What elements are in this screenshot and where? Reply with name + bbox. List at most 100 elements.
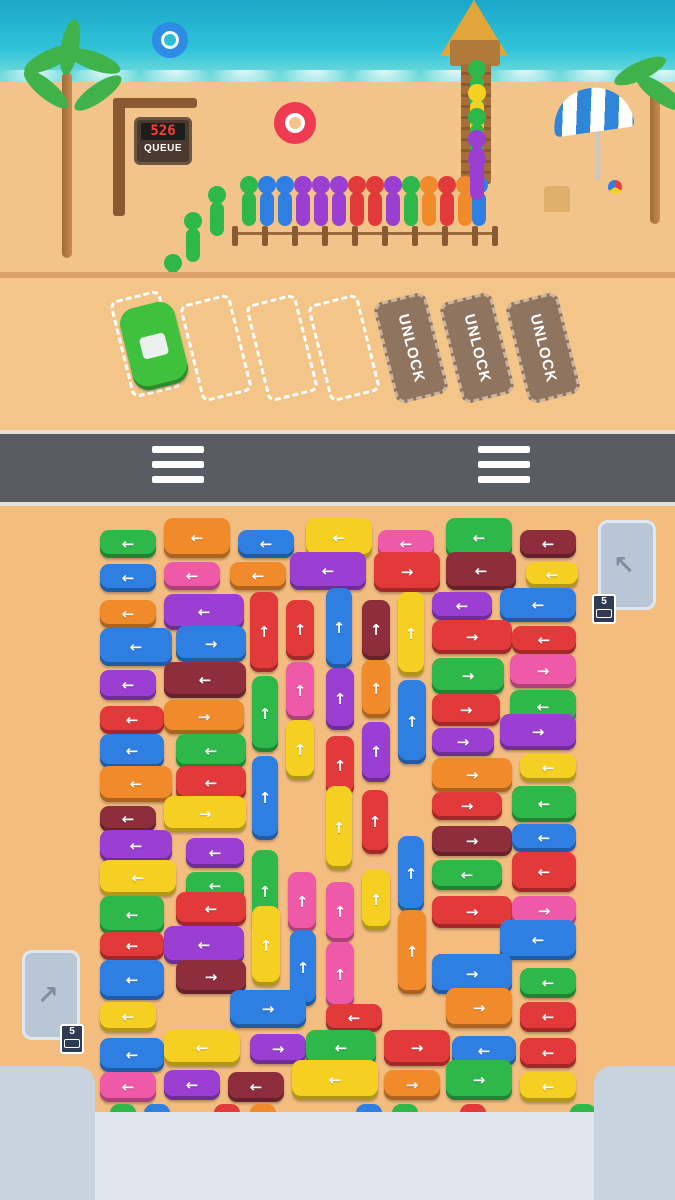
vehicle-blue[interactable]: ↑	[252, 756, 278, 840]
vehicle-pink[interactable]: ↑	[286, 662, 314, 720]
vehicle-blue[interactable]: ←	[100, 734, 164, 768]
arrow-left-icon: ←	[121, 1077, 135, 1096]
vehicle-purple[interactable]: ←	[164, 594, 244, 630]
vehicle-orange[interactable]: →	[384, 1070, 440, 1100]
arrow-left-icon: ←	[541, 973, 555, 992]
vehicle-red[interactable]: ←	[176, 892, 246, 926]
vehicle-green[interactable]: ←	[100, 530, 156, 558]
vehicle-blue[interactable]: →	[230, 990, 306, 1028]
vehicle-maroon[interactable]: →	[176, 960, 246, 994]
vehicle-red[interactable]: →	[384, 1030, 450, 1066]
vehicle-red[interactable]: →	[432, 896, 512, 928]
vehicle-yellow[interactable]: ←	[520, 754, 576, 782]
vehicle-green[interactable]: ←	[512, 786, 576, 822]
vehicle-purple[interactable]: ←	[432, 592, 492, 620]
arrow-left-icon: ←	[129, 774, 143, 793]
arrow-up-icon: ↑	[405, 712, 419, 731]
vehicle-maroon[interactable]: ←	[446, 552, 516, 590]
vehicle-purple[interactable]: ←	[290, 552, 366, 590]
vehicle-blue[interactable]: ↑	[326, 588, 352, 668]
arrow-left-icon: ←	[472, 528, 486, 547]
vehicle-orange[interactable]: ↑	[362, 660, 390, 718]
vehicle-blue[interactable]: →	[176, 626, 246, 662]
vehicle-blue[interactable]: ←	[512, 824, 576, 852]
vehicle-yellow[interactable]: ↑	[362, 870, 390, 930]
vehicle-pink[interactable]: ←	[164, 562, 220, 590]
vehicle-purple[interactable]: ↑	[326, 668, 354, 730]
vehicle-red[interactable]: →	[432, 694, 500, 726]
vehicle-red[interactable]: ←	[512, 626, 576, 654]
vehicle-pink[interactable]: →	[510, 654, 576, 688]
vehicle-yellow[interactable]: ←	[100, 860, 176, 896]
vehicle-red[interactable]: ↑	[362, 790, 388, 854]
vehicle-yellow[interactable]: →	[164, 796, 246, 832]
vehicle-yellow[interactable]: ↑	[252, 906, 280, 986]
vehicle-blue[interactable]: ←	[100, 960, 164, 1000]
vehicle-purple[interactable]: ←	[100, 830, 172, 862]
vehicle-orange[interactable]: →	[164, 700, 244, 734]
vehicle-red[interactable]: ←	[176, 766, 246, 800]
vehicle-yellow[interactable]: ←	[100, 1002, 156, 1032]
vehicle-red[interactable]: ←	[100, 932, 164, 960]
vehicle-red[interactable]: ←	[520, 1002, 576, 1032]
vehicle-purple[interactable]: ↑	[362, 722, 390, 782]
vehicle-blue[interactable]: ←	[100, 628, 172, 666]
vehicle-yellow[interactable]: ←	[164, 1030, 240, 1066]
vehicle-orange[interactable]: →	[446, 988, 512, 1028]
vehicle-pink[interactable]: ↑	[326, 882, 354, 942]
vehicle-green[interactable]: ↑	[252, 676, 278, 752]
vehicle-purple[interactable]: →	[500, 714, 576, 750]
vehicle-blue[interactable]: ←	[100, 1038, 164, 1072]
vehicle-red[interactable]: ←	[512, 852, 576, 892]
vehicle-red[interactable]: ←	[100, 706, 164, 734]
vehicle-orange[interactable]: ↑	[398, 910, 426, 994]
vehicle-blue[interactable]: ←	[238, 530, 294, 558]
vehicle-green[interactable]: ←	[520, 968, 576, 998]
vehicle-blue[interactable]: ←	[500, 920, 576, 960]
vehicle-red[interactable]: →	[432, 620, 512, 654]
vehicle-blue[interactable]: ↑	[398, 836, 424, 912]
vehicle-yellow[interactable]: ↑	[326, 786, 352, 870]
vehicle-maroon[interactable]: ←	[164, 662, 246, 698]
vehicle-orange[interactable]: ←	[164, 518, 230, 558]
vehicle-green[interactable]: ←	[100, 896, 164, 934]
vehicle-orange[interactable]: ←	[100, 766, 172, 802]
vehicle-purple[interactable]: ←	[186, 838, 244, 868]
vehicle-pink[interactable]: ←	[100, 1072, 156, 1102]
vehicle-orange[interactable]: →	[432, 758, 512, 792]
vehicle-yellow[interactable]: ←	[526, 562, 578, 588]
vehicle-orange[interactable]: ←	[100, 600, 156, 628]
vehicle-maroon[interactable]: ↑	[362, 600, 390, 660]
vehicle-green[interactable]: →	[446, 1060, 512, 1100]
vehicle-blue[interactable]: ←	[500, 588, 576, 622]
vehicle-red[interactable]: ←	[326, 1004, 382, 1032]
vehicle-yellow[interactable]: ←	[292, 1060, 378, 1100]
vehicle-blue[interactable]: ↑	[398, 680, 426, 764]
arrow-up-icon: ↑	[369, 890, 383, 909]
vehicle-pink[interactable]: ↑	[288, 872, 316, 932]
vehicle-yellow[interactable]: ←	[520, 1072, 576, 1102]
vehicle-maroon[interactable]: ←	[100, 806, 156, 832]
vehicle-purple[interactable]: ←	[164, 1070, 220, 1100]
vehicle-pink[interactable]: ↑	[326, 942, 354, 1008]
vehicle-green[interactable]: →	[432, 658, 504, 694]
vehicle-maroon[interactable]: →	[432, 826, 512, 856]
vehicle-red[interactable]: →	[432, 792, 502, 820]
vehicle-yellow[interactable]: ↑	[398, 592, 424, 676]
vehicle-yellow[interactable]: ↑	[286, 720, 314, 780]
vehicle-green[interactable]: ←	[176, 734, 246, 768]
vehicle-red[interactable]: ↑	[286, 600, 314, 660]
vehicle-blue[interactable]: ←	[100, 564, 156, 592]
vehicle-red[interactable]: →	[374, 552, 440, 592]
vehicle-maroon[interactable]: ←	[228, 1072, 284, 1102]
vehicle-red[interactable]: ↑	[250, 592, 278, 672]
vehicle-maroon[interactable]: ←	[520, 530, 576, 558]
vehicle-green[interactable]: ←	[432, 860, 502, 890]
road-marking	[152, 476, 204, 483]
vehicle-red[interactable]: ←	[520, 1038, 576, 1068]
vehicle-purple[interactable]: →	[432, 728, 494, 756]
arrow-left-icon: ←	[131, 868, 145, 887]
vehicle-purple[interactable]: ←	[100, 670, 156, 700]
vehicle-orange[interactable]: ←	[230, 562, 286, 590]
vehicle-purple[interactable]: ←	[164, 926, 244, 964]
